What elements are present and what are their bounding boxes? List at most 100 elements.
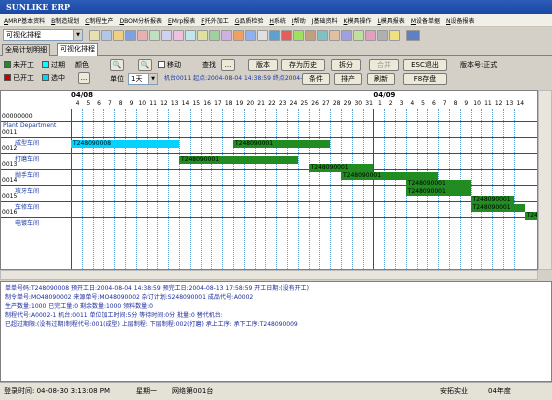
gantt-bar[interactable]: T248090001 <box>179 156 298 164</box>
menu-item[interactable]: C制程生产 <box>85 16 113 25</box>
color-picker-button[interactable]: ... <box>78 72 90 84</box>
menu-item-label: MRP基本资料 <box>8 17 46 25</box>
gantt-bar[interactable]: T248090001 <box>233 140 331 148</box>
find-icon[interactable] <box>173 29 184 41</box>
gantt-bar[interactable]: T248090001 <box>405 180 471 188</box>
menu-item[interactable]: M设备单据 <box>411 16 440 25</box>
legend-overdue: 过期 <box>42 60 65 70</box>
sort-icon[interactable] <box>377 29 388 41</box>
chevron-down-icon: ▼ <box>73 30 82 40</box>
paste-icon[interactable] <box>293 29 304 41</box>
menu-item[interactable]: F托外加工 <box>201 16 228 25</box>
tool-icon[interactable] <box>305 29 316 41</box>
grid-line <box>168 109 170 269</box>
legend-selected: 选中 <box>42 73 65 83</box>
view-select[interactable]: 可视化排程 ▼ <box>3 29 83 41</box>
menu-item[interactable]: L模具报表 <box>377 16 404 25</box>
checkbox-icon <box>158 61 165 68</box>
preview-icon[interactable] <box>161 29 172 41</box>
last-icon[interactable] <box>221 29 232 41</box>
folder-icon[interactable] <box>113 29 124 41</box>
calc-icon[interactable] <box>317 29 328 41</box>
day-label: 9 <box>464 100 469 107</box>
tab-plan-detail[interactable]: 全局计划明细 <box>2 44 50 56</box>
lock-icon[interactable] <box>365 29 376 41</box>
home-icon[interactable] <box>89 29 100 41</box>
menu-item[interactable]: DBOM分析报表 <box>119 16 162 25</box>
view-select-value: 可视化排程 <box>6 31 41 39</box>
delete-icon[interactable] <box>137 29 148 41</box>
day-label: 22 <box>268 100 276 107</box>
first-icon[interactable] <box>185 29 196 41</box>
menu-item[interactable]: I帮助 <box>292 16 306 25</box>
save-icon[interactable] <box>125 29 136 41</box>
row-code: 0013 <box>2 161 18 168</box>
flag-icon[interactable] <box>353 29 364 41</box>
day-label: 13 <box>505 100 514 107</box>
menu-item[interactable]: B制造规划 <box>51 16 79 25</box>
info-line: 单单号码:T248090008 预开工日:2004-08-04 14:38:59… <box>5 285 309 292</box>
move-checkbox[interactable]: 移动 <box>158 60 181 70</box>
print-icon[interactable] <box>149 29 160 41</box>
menu-item[interactable]: AMRP基本资料 <box>4 16 45 25</box>
grid-line <box>189 109 191 269</box>
menu-item[interactable]: N设备报表 <box>446 16 475 25</box>
schedule-button[interactable]: 排产 <box>334 73 362 85</box>
merge-button[interactable]: 合并 <box>369 59 399 71</box>
split-button[interactable]: 拆分 <box>331 59 361 71</box>
zoom-out-icon[interactable]: 🔍 <box>138 59 152 71</box>
save-history-button[interactable]: 存为历史 <box>281 59 325 71</box>
help-icon[interactable] <box>389 29 400 41</box>
unit-select[interactable]: 1天 ▼ <box>128 73 158 85</box>
fiscal-year: 04年度 <box>488 387 511 395</box>
refresh-button[interactable]: 刷新 <box>367 73 395 85</box>
gantt-bar[interactable]: T248090001 <box>524 212 537 220</box>
tab-visual-schedule[interactable]: 可视化排程 <box>57 43 98 56</box>
gantt-bar[interactable]: T248090001 <box>341 172 439 180</box>
menu-item-label: 设备单据 <box>416 17 441 25</box>
copy-icon[interactable] <box>269 29 280 41</box>
row-code: 0011 <box>2 129 18 136</box>
menu-item-label: 系统 <box>273 17 286 25</box>
vertical-scrollbar[interactable] <box>538 90 552 270</box>
chart-icon[interactable] <box>233 29 244 41</box>
day-label: 4 <box>410 100 415 107</box>
doc-icon[interactable] <box>101 29 112 41</box>
day-label: 29 <box>343 100 352 107</box>
row-code: 0015 <box>2 193 18 200</box>
gantt-bar[interactable]: T248090008 <box>71 140 179 148</box>
horizontal-scrollbar[interactable] <box>0 270 538 280</box>
day-label: 16 <box>203 100 211 107</box>
grid-line <box>254 109 256 269</box>
row-code: 0014 <box>2 177 18 184</box>
gantt-bar[interactable]: T248090001 <box>470 204 525 212</box>
mail-icon[interactable] <box>329 29 340 41</box>
menu-item[interactable]: EMrp报表 <box>168 16 195 25</box>
prev-icon[interactable] <box>197 29 208 41</box>
config-icon[interactable] <box>257 29 268 41</box>
link-icon[interactable] <box>341 29 352 41</box>
esc-exit-button[interactable]: ESC退出 <box>403 59 447 71</box>
grid-line <box>211 109 213 269</box>
menu-item[interactable]: G品质检验 <box>235 16 264 25</box>
menu-item[interactable]: H系统 <box>269 16 286 25</box>
condition-button[interactable]: 条件 <box>302 73 330 85</box>
user-icon[interactable] <box>245 29 256 41</box>
next-icon[interactable] <box>209 29 220 41</box>
grid-line <box>341 109 342 269</box>
menu-item[interactable]: J基础资料 <box>312 16 338 25</box>
f8-save-button[interactable]: F8存盘 <box>403 73 447 85</box>
app-title: SUNLIKE ERP <box>6 2 71 12</box>
day-label: 8 <box>118 100 123 107</box>
version-button[interactable]: 版本 <box>248 59 278 71</box>
gantt-chart[interactable]: 04/08 04/09 4 5 6 7 8 9 10 11 12 13 14 15 16 17 18 19 20 21… <box>0 90 538 270</box>
search-button[interactable]: ... <box>221 59 235 71</box>
day-label: 6 <box>431 100 436 107</box>
cut-icon[interactable] <box>281 29 292 41</box>
exit-icon[interactable] <box>406 29 420 41</box>
menu-item[interactable]: K模具操作 <box>344 16 372 25</box>
gantt-bar[interactable]: T248090001 <box>470 196 514 204</box>
gantt-bar[interactable]: T248090001 <box>405 188 471 196</box>
gantt-bar[interactable]: T248090001 <box>308 164 374 172</box>
zoom-in-icon[interactable]: 🔍 <box>110 59 124 71</box>
